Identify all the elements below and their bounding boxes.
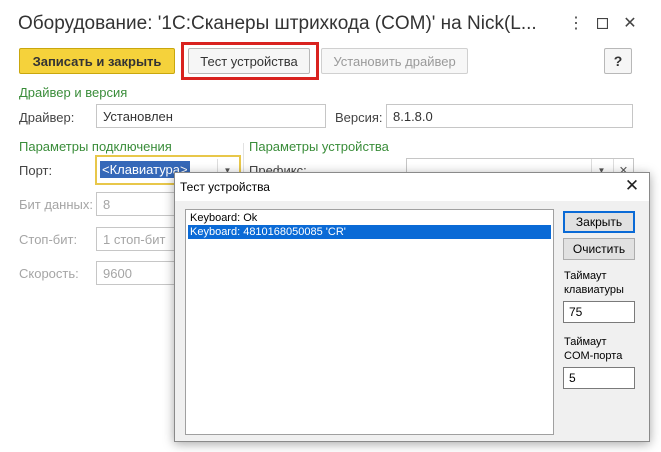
window-title: Оборудование: '1С:Сканеры штрихкода (COM… — [18, 13, 537, 34]
stop-bits-field[interactable]: 1 стоп-бит — [96, 227, 176, 251]
com-timeout-label: Таймаут COM-порта — [564, 335, 622, 363]
com-timeout-label-line1: Таймаут — [564, 336, 607, 348]
test-log-list[interactable]: Keyboard: Ok Keyboard: 4810168050085 'CR… — [185, 209, 554, 435]
speed-label: Скорость: — [19, 266, 79, 281]
list-item[interactable]: Keyboard: 4810168050085 'CR' — [188, 225, 551, 239]
test-device-dialog: Тест устройства ✕ Keyboard: Ok Keyboard:… — [174, 172, 650, 442]
dialog-title-bar: Тест устройства ✕ — [175, 173, 649, 201]
keyboard-timeout-label-line1: Таймаут — [564, 270, 607, 282]
close-icon[interactable]: ✕ — [616, 10, 644, 36]
version-field[interactable]: 8.1.8.0 — [386, 104, 633, 128]
save-and-close-button[interactable]: Записать и закрыть — [19, 48, 175, 74]
keyboard-timeout-label: Таймаут клавиатуры — [564, 269, 624, 297]
data-bits-field[interactable]: 8 — [96, 192, 176, 216]
port-label: Порт: — [19, 163, 53, 178]
device-section-heading: Параметры устройства — [249, 139, 389, 154]
driver-label: Драйвер: — [19, 110, 75, 125]
more-icon[interactable]: ⋮ — [562, 10, 590, 36]
com-timeout-label-line2: COM-порта — [564, 350, 623, 362]
connection-section-heading: Параметры подключения — [19, 139, 172, 154]
com-timeout-input[interactable]: 5 — [563, 367, 635, 389]
dialog-title: Тест устройства — [180, 180, 270, 194]
speed-field[interactable]: 9600 — [96, 261, 176, 285]
clear-button[interactable]: Очистить — [563, 238, 635, 260]
help-button[interactable]: ? — [604, 48, 632, 74]
list-item[interactable]: Keyboard: Ok — [188, 211, 551, 225]
red-highlight-frame — [181, 42, 319, 80]
dialog-close-icon[interactable]: ✕ — [621, 175, 643, 197]
install-driver-button[interactable]: Установить драйвер — [321, 48, 468, 74]
data-bits-label: Бит данных: — [19, 197, 93, 212]
stop-bits-label: Стоп-бит: — [19, 232, 78, 247]
keyboard-timeout-input[interactable]: 75 — [563, 301, 635, 323]
driver-field[interactable]: Установлен — [96, 104, 326, 128]
dialog-close-button[interactable]: Закрыть — [563, 211, 635, 233]
maximize-icon[interactable] — [588, 10, 616, 36]
keyboard-timeout-label-line2: клавиатуры — [564, 284, 624, 296]
driver-section-heading: Драйвер и версия — [19, 85, 128, 100]
version-label: Версия: — [335, 110, 383, 125]
